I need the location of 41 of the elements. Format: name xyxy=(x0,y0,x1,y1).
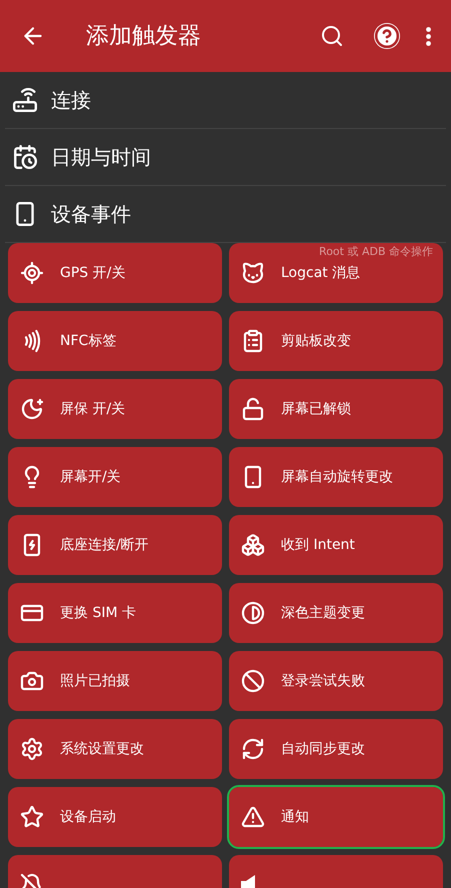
trigger-tile[interactable]: 屏幕自动旋转更改 xyxy=(229,447,443,507)
trigger-tile[interactable]: 屏保 开/关 xyxy=(8,379,222,439)
calendar-clock-icon xyxy=(12,144,38,170)
trigger-tile[interactable]: GPS 开/关 xyxy=(8,243,222,303)
trigger-tile[interactable]: 自动同步更改 xyxy=(229,719,443,779)
trigger-tile[interactable]: 设备启动 xyxy=(8,787,222,847)
trigger-tile[interactable]: 系统设置更改 xyxy=(8,719,222,779)
router-icon xyxy=(12,87,38,113)
settings-icon xyxy=(20,737,44,761)
trigger-tile[interactable]: 屏幕开/关 xyxy=(8,447,222,507)
cat-icon xyxy=(241,261,265,285)
trigger-tile[interactable]: 底座连接/断开 xyxy=(8,515,222,575)
search-button[interactable] xyxy=(320,24,344,48)
category-item[interactable]: 连接 xyxy=(51,85,91,115)
help-button[interactable] xyxy=(374,23,400,49)
prohibited-icon xyxy=(241,669,265,693)
trigger-tile[interactable]: 照片已拍摄 xyxy=(8,651,222,711)
trigger-tile[interactable]: 收到 Intent xyxy=(229,515,443,575)
clipboard-icon xyxy=(241,329,265,353)
category-item[interactable]: 设备事件 xyxy=(51,199,131,229)
tile-note: Root 或 ADB 命令操作 xyxy=(319,244,433,260)
trigger-tile[interactable]: 剪贴板改变 xyxy=(229,311,443,371)
trigger-tile[interactable]: 登录尝试失败 xyxy=(229,651,443,711)
category-item[interactable]: 日期与时间 xyxy=(51,142,151,172)
trigger-tile[interactable]: NFC标签 xyxy=(8,311,222,371)
trigger-tile[interactable]: 屏幕已解锁 xyxy=(229,379,443,439)
crosshair-icon xyxy=(20,261,44,285)
menu-icon xyxy=(426,26,431,46)
trigger-tile[interactable]: 深色主题变更 xyxy=(229,583,443,643)
unlocked-padlock-icon xyxy=(241,397,265,421)
camera-icon xyxy=(20,669,44,693)
trigger-tile[interactable]: 通知 xyxy=(229,787,443,847)
trigger-tile[interactable]: 更换 SIM 卡 xyxy=(8,583,222,643)
sync-icon xyxy=(241,737,265,761)
cube-icon xyxy=(241,533,265,557)
more-options-button[interactable] xyxy=(426,26,431,46)
page-title: 添加触发器 xyxy=(86,22,201,51)
star-icon xyxy=(20,805,44,829)
contrast-icon xyxy=(241,601,265,625)
warning-icon xyxy=(241,805,265,829)
moon-icon xyxy=(20,397,44,421)
